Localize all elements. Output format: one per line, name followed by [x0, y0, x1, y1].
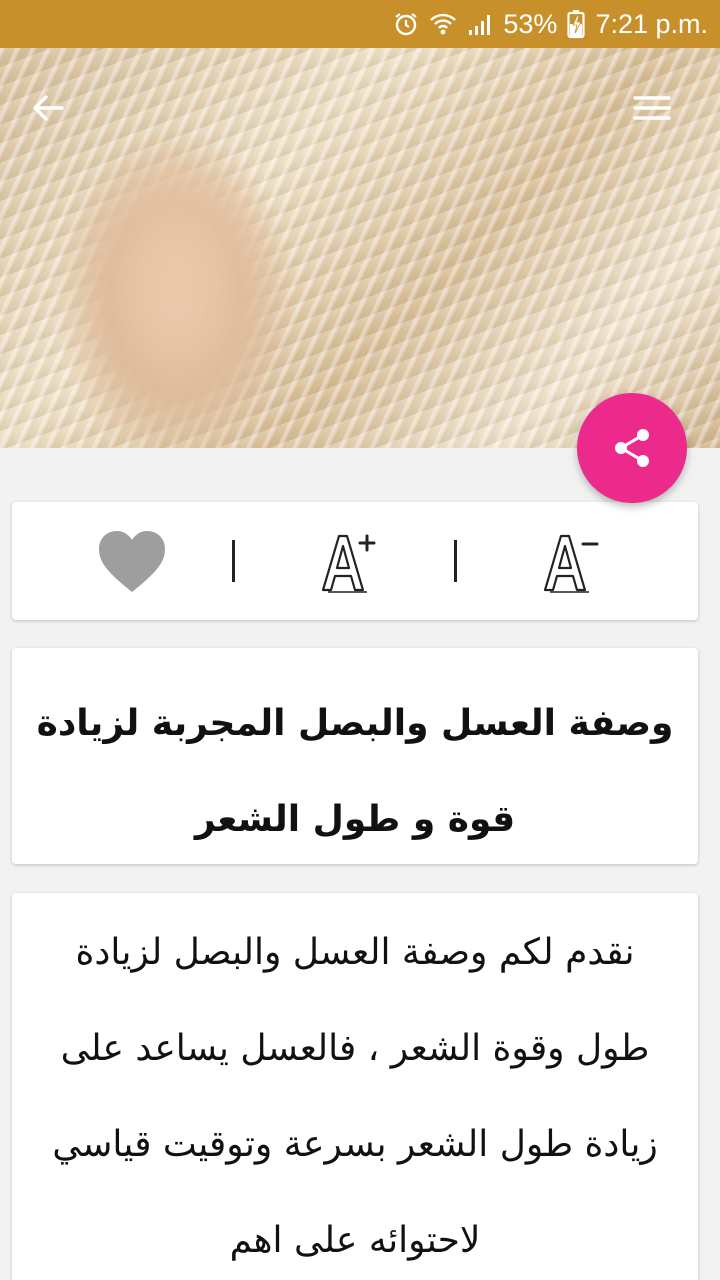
portrait-face	[80, 168, 280, 428]
font-decrease-icon	[543, 534, 599, 593]
reading-toolbar	[12, 502, 698, 620]
back-button[interactable]	[24, 84, 72, 132]
arrow-left-icon	[33, 95, 64, 121]
share-icon	[615, 429, 649, 467]
article-title: وصفة العسل والبصل المجربة لزيادة قوة و ط…	[36, 703, 674, 840]
hamburger-menu-icon	[633, 96, 671, 120]
font-increase-icon	[321, 534, 376, 593]
alarm-icon	[393, 11, 419, 37]
clock: 7:21 p.m.	[595, 8, 708, 39]
article-body: نقدم لكم وصفة العسل والبصل لزيادة طول وق…	[52, 932, 658, 1261]
battery-percent: 53%	[503, 8, 558, 39]
status-bar: 53% 7:21 p.m.	[0, 0, 720, 48]
battery-charging-icon	[567, 9, 586, 39]
font-increase-button[interactable]	[310, 527, 390, 597]
signal-icon	[467, 11, 493, 37]
wifi-icon	[429, 11, 457, 37]
menu-button[interactable]	[628, 84, 676, 132]
font-decrease-button[interactable]	[532, 527, 612, 597]
toolbar-divider	[454, 540, 457, 582]
favorite-button[interactable]	[92, 527, 172, 597]
hero-image	[0, 48, 720, 448]
heart-icon	[99, 531, 165, 592]
share-button[interactable]	[577, 393, 687, 503]
article-body-card: نقدم لكم وصفة العسل والبصل لزيادة طول وق…	[12, 893, 698, 1280]
article-title-card: وصفة العسل والبصل المجربة لزيادة قوة و ط…	[12, 648, 698, 864]
toolbar-divider	[232, 540, 235, 582]
